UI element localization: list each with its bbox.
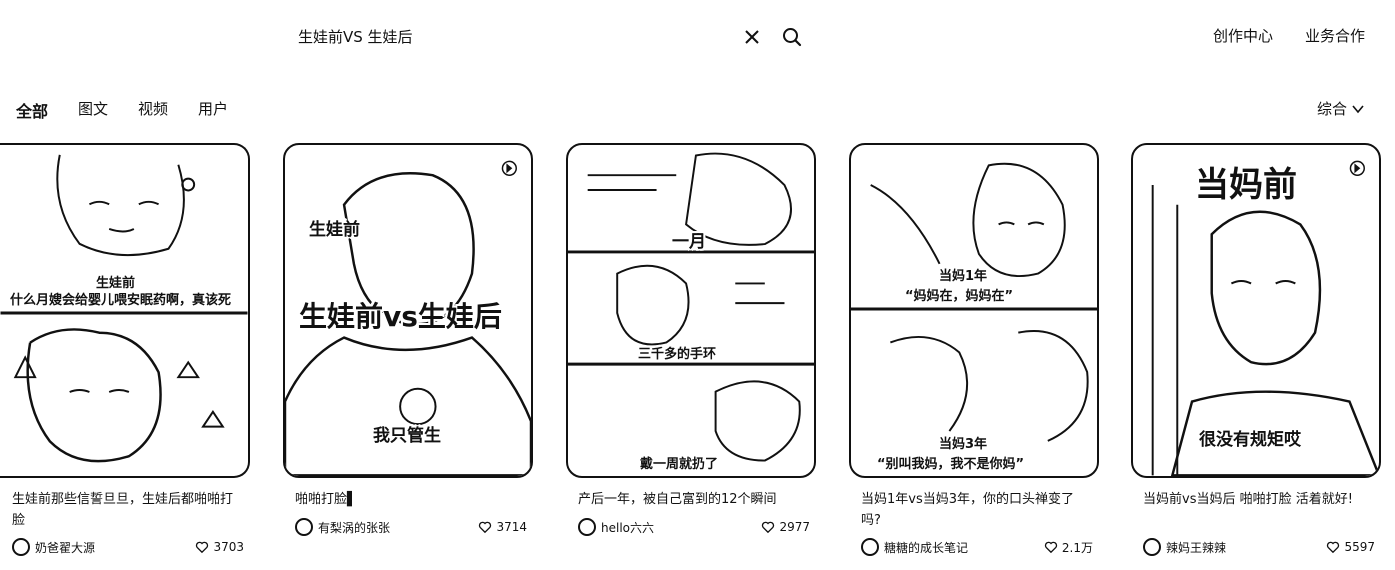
cover-caption: 生娃前 xyxy=(309,220,360,240)
cover-caption: 当妈3年 xyxy=(939,437,988,452)
like-count: 2977 xyxy=(779,520,810,534)
business-cooperation-link[interactable]: 业务合作 xyxy=(1305,25,1365,46)
like-count: 2.1万 xyxy=(1061,540,1093,555)
card-meta: 糖糖的成长笔记 2.1万 xyxy=(861,538,1093,556)
heart-icon xyxy=(479,521,492,534)
avatar xyxy=(295,518,313,536)
cover-caption: “妈妈在，妈妈在” xyxy=(905,289,1014,304)
cover-caption: “别叫我妈，我不是你妈” xyxy=(877,457,1025,472)
author[interactable]: 奶爸翟大源 xyxy=(12,538,95,556)
like-button[interactable]: 3703 xyxy=(195,540,244,554)
avatar xyxy=(1143,538,1161,556)
filter-tabs: 全部 图文 视频 用户 xyxy=(16,98,228,122)
card-meta: 奶爸翟大源 3703 xyxy=(12,538,244,556)
card-title[interactable]: 当妈前vs当妈后 啪啪打脸 活着就好! xyxy=(1143,489,1375,510)
baby-photo-illustration xyxy=(851,162,1097,442)
search-input[interactable]: 生娃前VS 生娃后 xyxy=(298,26,413,47)
cover-caption: 生娃前vs生娃后 xyxy=(299,300,502,333)
card-title[interactable]: 产后一年，被自己富到的12个瞬间 xyxy=(578,489,810,510)
header-links: 创作中心 业务合作 xyxy=(1213,25,1365,46)
note-card[interactable]: 当妈1年 “妈妈在，妈妈在” 当妈3年 “别叫我妈，我不是你妈” 当妈1年vs当… xyxy=(849,143,1099,570)
cover-caption: 什么月嫂会给婴儿喂安眠药啊，真该死 xyxy=(10,293,232,308)
card-title[interactable]: 生娃前那些信誓旦旦，生娃后都啪啪打脸 xyxy=(12,489,244,531)
card-title[interactable]: 啪啪打脸▌ xyxy=(295,489,527,510)
card-cover[interactable]: 当妈前 很没有规矩哎 xyxy=(1131,143,1381,478)
author-name: 辣妈王辣辣 xyxy=(1166,540,1227,555)
sort-dropdown[interactable]: 综合 xyxy=(1317,98,1365,119)
like-count: 3703 xyxy=(213,540,244,554)
baby-photo-illustration xyxy=(0,154,248,463)
cover-caption: 戴一周就扔了 xyxy=(640,457,719,472)
note-card[interactable]: 当妈前 很没有规矩哎 当妈前vs当妈后 啪啪打脸 活着就好! 辣妈王辣辣 559… xyxy=(1131,143,1381,570)
search-icon[interactable] xyxy=(780,25,804,49)
card-cover[interactable]: 当妈1年 “妈妈在，妈妈在” 当妈3年 “别叫我妈，我不是你妈” xyxy=(849,143,1099,478)
cover-caption: 三千多的手环 xyxy=(638,347,717,362)
author[interactable]: 有梨涡的张张 xyxy=(295,518,390,536)
cover-caption: 一月 xyxy=(672,232,706,252)
card-cover[interactable]: 一月 三千多的手环 戴一周就扔了 xyxy=(566,143,816,478)
like-count: 5597 xyxy=(1344,540,1375,554)
avatar xyxy=(578,518,596,536)
card-title[interactable]: 当妈1年vs当妈3年，你的口头禅变了吗? xyxy=(861,489,1093,531)
cover-caption: 当妈1年 xyxy=(939,269,988,284)
heart-icon xyxy=(1044,541,1058,554)
chevron-down-icon xyxy=(1352,104,1364,113)
note-card[interactable]: 生娃前 生娃前vs生娃后 我只管生 啪啪打脸▌ 有梨涡的张张 3714 xyxy=(283,143,533,570)
avatar xyxy=(12,538,30,556)
note-card[interactable]: 一月 三千多的手环 戴一周就扔了 产后一年，被自己富到的12个瞬间 hello六… xyxy=(566,143,816,570)
card-meta: 辣妈王辣辣 5597 xyxy=(1143,538,1375,556)
like-count: 3714 xyxy=(496,520,527,534)
creator-center-link[interactable]: 创作中心 xyxy=(1213,25,1273,46)
heart-icon xyxy=(196,541,209,554)
like-button[interactable]: 2977 xyxy=(761,520,810,534)
search-bar[interactable]: 生娃前VS 生娃后 xyxy=(280,20,810,54)
cover-caption: 很没有规矩哎 xyxy=(1199,430,1301,450)
card-meta: hello六六 2977 xyxy=(578,518,810,536)
tab-video[interactable]: 视频 xyxy=(138,98,168,122)
tab-image-text[interactable]: 图文 xyxy=(78,98,108,122)
card-cover[interactable]: 生娃前 什么月嫂会给婴儿喂安眠药啊，真该死 xyxy=(0,143,250,478)
cover-caption: 当妈前 xyxy=(1195,165,1297,205)
author-name: 有梨涡的张张 xyxy=(318,520,391,535)
like-button[interactable]: 5597 xyxy=(1326,540,1375,554)
sort-label: 综合 xyxy=(1316,100,1347,118)
author[interactable]: hello六六 xyxy=(578,518,654,536)
author-name: 糖糖的成长笔记 xyxy=(884,540,969,555)
author-name: hello六六 xyxy=(601,520,654,535)
author-name: 奶爸翟大源 xyxy=(35,540,96,555)
tab-all[interactable]: 全部 xyxy=(16,98,48,122)
card-meta: 有梨涡的张张 3714 xyxy=(295,518,527,536)
tab-users[interactable]: 用户 xyxy=(198,98,228,122)
collage-illustration xyxy=(568,152,814,462)
note-card[interactable]: 生娃前 什么月嫂会给婴儿喂安眠药啊，真该死 生娃前那些信誓旦旦，生娃后都啪啪打脸… xyxy=(0,143,250,570)
like-button[interactable]: 3714 xyxy=(478,520,527,534)
cover-caption: 我只管生 xyxy=(373,426,441,446)
heart-icon xyxy=(762,521,775,534)
like-button[interactable]: 2.1万 xyxy=(1044,539,1093,556)
close-icon[interactable] xyxy=(741,26,763,48)
avatar xyxy=(861,538,879,556)
heart-icon xyxy=(1327,541,1340,554)
author[interactable]: 辣妈王辣辣 xyxy=(1143,538,1226,556)
card-cover[interactable]: 生娃前 生娃前vs生娃后 我只管生 xyxy=(283,143,533,478)
author[interactable]: 糖糖的成长笔记 xyxy=(861,538,968,556)
